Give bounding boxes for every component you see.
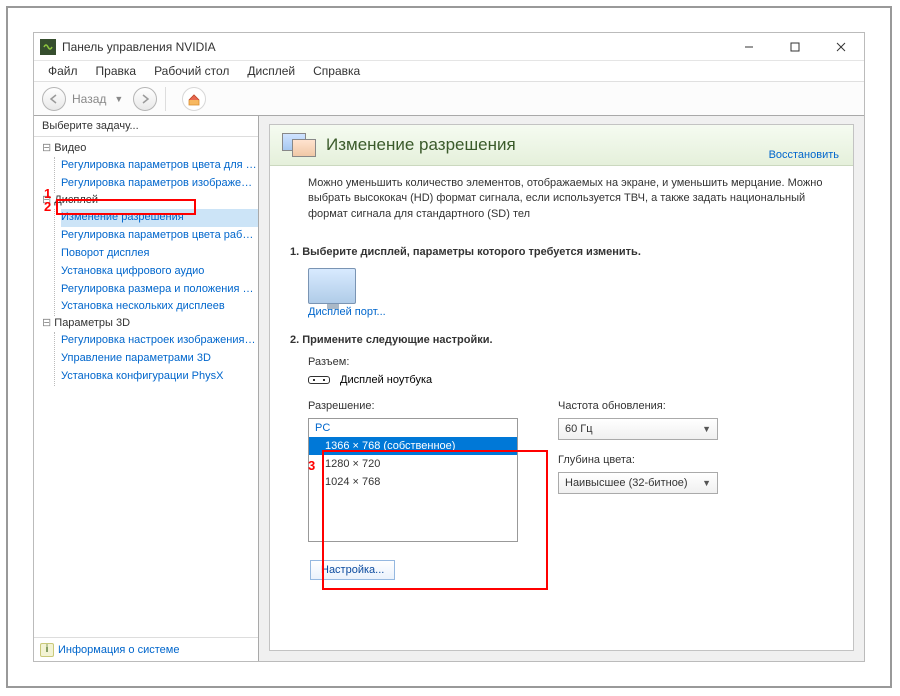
window-title: Панель управления NVIDIA [62, 40, 726, 54]
tree-item-video-image[interactable]: Регулировка параметров изображения д [61, 175, 258, 193]
close-button[interactable] [818, 33, 864, 61]
refresh-rate-label: Частота обновления: [558, 400, 718, 412]
tree-group-video[interactable]: Видео [42, 141, 258, 157]
refresh-rate-dropdown[interactable]: 60 Гц▼ [558, 418, 718, 440]
page-description: Можно уменьшить количество элементов, от… [270, 166, 853, 230]
tree-item-rotate-display[interactable]: Поворот дисплея [61, 245, 258, 263]
system-info-link[interactable]: i Информация о системе [34, 637, 258, 661]
minimize-button[interactable] [726, 33, 772, 61]
display-selector[interactable]: Дисплей порт... [308, 268, 825, 318]
nvidia-icon [40, 39, 56, 55]
resolution-list-heading: PC [309, 419, 517, 437]
annotation-box-display [56, 199, 196, 215]
sidebar-header: Выберите задачу... [34, 116, 258, 137]
connector-value: Дисплей ноутбука [340, 374, 432, 386]
menubar: Файл Правка Рабочий стол Дисплей Справка [34, 61, 864, 82]
resolution-label: Разрешение: [308, 400, 518, 412]
restore-defaults-link[interactable]: Восстановить [769, 149, 839, 161]
tree-item-3d-manage[interactable]: Управление параметрами 3D [61, 350, 258, 368]
content-header: Изменение разрешения Восстановить [270, 125, 853, 166]
page-title: Изменение разрешения [326, 135, 516, 155]
color-depth-dropdown[interactable]: Наивысшее (32-битное)▼ [558, 472, 718, 494]
maximize-button[interactable] [772, 33, 818, 61]
annotation-marker-3: 3 [308, 458, 315, 473]
connector-icon [308, 376, 330, 384]
nav-history-dropdown[interactable]: ▼ [114, 94, 123, 104]
tree-group-3d[interactable]: Параметры 3D [42, 316, 258, 332]
menu-display[interactable]: Дисплей [239, 62, 303, 80]
chevron-down-icon: ▼ [702, 478, 711, 488]
menu-help[interactable]: Справка [305, 62, 368, 80]
titlebar: Панель управления NVIDIA [34, 33, 864, 61]
nav-back-label: Назад [72, 92, 106, 106]
color-depth-label: Глубина цвета: [558, 454, 718, 466]
nav-back-button[interactable] [42, 87, 66, 111]
info-icon: i [40, 643, 54, 657]
step2-heading: 2. Примените следующие настройки. [290, 334, 825, 346]
display-label: Дисплей порт... [308, 306, 825, 318]
tree-item-size-position[interactable]: Регулировка размера и положения рабо [61, 281, 258, 299]
annotation-box-resolution [322, 450, 548, 590]
tree-item-multiple-displays[interactable]: Установка нескольких дисплеев [61, 298, 258, 316]
nav-forward-button[interactable] [133, 87, 157, 111]
annotation-marker-2: 2 [44, 199, 51, 214]
monitor-icon [308, 268, 356, 304]
menu-desktop[interactable]: Рабочий стол [146, 62, 237, 80]
resolution-header-icon [282, 131, 316, 159]
tree-item-3d-image[interactable]: Регулировка настроек изображения с пр [61, 332, 258, 350]
tree-item-physx[interactable]: Установка конфигурации PhysX [61, 368, 258, 386]
nav-home-button[interactable] [182, 87, 206, 111]
nav-toolbar: Назад ▼ [34, 82, 864, 116]
menu-file[interactable]: Файл [40, 62, 86, 80]
connector-label: Разъем: [308, 356, 825, 368]
chevron-down-icon: ▼ [702, 424, 711, 434]
menu-edit[interactable]: Правка [88, 62, 145, 80]
tree-item-desktop-color[interactable]: Регулировка параметров цвета рабочег [61, 227, 258, 245]
step1-heading: 1. Выберите дисплей, параметры которого … [290, 246, 825, 258]
task-sidebar: Выберите задачу... Видео Регулировка пар… [34, 116, 259, 661]
tree-item-digital-audio[interactable]: Установка цифрового аудио [61, 263, 258, 281]
tree-item-video-color[interactable]: Регулировка параметров цвета для вид [61, 157, 258, 175]
